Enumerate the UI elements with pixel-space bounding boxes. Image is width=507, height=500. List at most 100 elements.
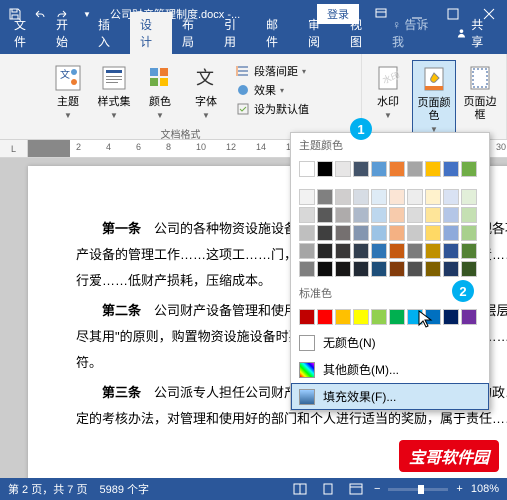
color-swatch[interactable]	[425, 189, 441, 205]
color-swatch[interactable]	[461, 161, 477, 177]
print-layout-icon[interactable]	[318, 481, 338, 497]
color-swatch[interactable]	[425, 261, 441, 277]
watermark-button[interactable]: 水印 水印▼	[366, 60, 410, 124]
page-indicator[interactable]: 第 2 页，共 7 页	[8, 481, 87, 497]
color-swatch[interactable]	[299, 207, 315, 223]
web-layout-icon[interactable]	[346, 481, 366, 497]
color-swatch[interactable]	[389, 261, 405, 277]
color-swatch[interactable]	[335, 161, 351, 177]
color-swatch[interactable]	[407, 225, 423, 241]
color-swatch[interactable]	[317, 161, 333, 177]
color-swatch[interactable]	[353, 261, 369, 277]
color-swatch[interactable]	[389, 243, 405, 259]
color-swatch[interactable]	[461, 261, 477, 277]
color-swatch[interactable]	[353, 161, 369, 177]
color-swatch[interactable]	[371, 261, 387, 277]
color-swatch[interactable]	[371, 225, 387, 241]
color-swatch[interactable]	[299, 243, 315, 259]
word-count[interactable]: 5989 个字	[99, 481, 149, 497]
color-swatch[interactable]	[317, 207, 333, 223]
color-swatch[interactable]	[371, 161, 387, 177]
tab-file[interactable]: 文件	[4, 12, 46, 54]
tab-design[interactable]: 设计	[130, 12, 172, 54]
color-swatch[interactable]	[317, 309, 333, 325]
color-swatch[interactable]	[371, 309, 387, 325]
color-swatch[interactable]	[299, 261, 315, 277]
zoom-level[interactable]: 108%	[471, 483, 499, 495]
color-swatch[interactable]	[461, 309, 477, 325]
color-swatch[interactable]	[353, 225, 369, 241]
color-swatch[interactable]	[299, 161, 315, 177]
color-swatch[interactable]	[461, 207, 477, 223]
color-swatch[interactable]	[461, 243, 477, 259]
color-swatch[interactable]	[317, 243, 333, 259]
color-swatch[interactable]	[389, 189, 405, 205]
color-swatch[interactable]	[335, 225, 351, 241]
color-swatch[interactable]	[407, 189, 423, 205]
share-button[interactable]: 共享	[446, 12, 503, 54]
color-swatch[interactable]	[443, 161, 459, 177]
color-swatch[interactable]	[407, 207, 423, 223]
color-swatch[interactable]	[335, 243, 351, 259]
color-swatch[interactable]	[335, 309, 351, 325]
color-swatch[interactable]	[425, 243, 441, 259]
no-color-item[interactable]: 无颜色(N)	[291, 329, 489, 356]
color-swatch[interactable]	[389, 225, 405, 241]
fill-effects-item[interactable]: 填充效果(F)...	[291, 383, 489, 410]
page-color-button[interactable]: 页面颜色▼	[412, 60, 456, 140]
color-swatch[interactable]	[317, 189, 333, 205]
colors-button[interactable]: 颜色▼	[138, 60, 182, 124]
color-swatch[interactable]	[443, 309, 459, 325]
zoom-slider[interactable]	[388, 488, 448, 491]
color-swatch[interactable]	[389, 207, 405, 223]
color-swatch[interactable]	[443, 243, 459, 259]
color-swatch[interactable]	[335, 261, 351, 277]
more-colors-item[interactable]: 其他颜色(M)...	[291, 356, 489, 383]
set-default-button[interactable]: 设为默认值	[234, 100, 311, 118]
tab-home[interactable]: 开始	[46, 12, 88, 54]
tab-review[interactable]: 审阅	[298, 12, 340, 54]
color-swatch[interactable]	[317, 225, 333, 241]
color-swatch[interactable]	[407, 243, 423, 259]
styleset-button[interactable]: 样式集▼	[92, 60, 136, 124]
page-border-button[interactable]: 页面边框	[458, 60, 502, 124]
tab-layout[interactable]: 布局	[172, 12, 214, 54]
color-swatch[interactable]	[461, 225, 477, 241]
color-swatch[interactable]	[371, 189, 387, 205]
color-swatch[interactable]	[317, 261, 333, 277]
color-swatch[interactable]	[425, 207, 441, 223]
color-swatch[interactable]	[461, 189, 477, 205]
color-swatch[interactable]	[425, 225, 441, 241]
color-swatch[interactable]	[389, 309, 405, 325]
color-swatch[interactable]	[353, 189, 369, 205]
color-swatch[interactable]	[353, 243, 369, 259]
zoom-in-icon[interactable]: +	[456, 483, 462, 495]
color-swatch[interactable]	[407, 261, 423, 277]
read-mode-icon[interactable]	[290, 481, 310, 497]
color-swatch[interactable]	[443, 207, 459, 223]
color-swatch[interactable]	[299, 189, 315, 205]
color-swatch[interactable]	[335, 189, 351, 205]
paragraph-spacing-button[interactable]: 段落间距 ▾	[234, 62, 311, 80]
color-swatch[interactable]	[407, 161, 423, 177]
color-swatch[interactable]	[299, 309, 315, 325]
effects-button[interactable]: 效果 ▾	[234, 81, 311, 99]
color-swatch[interactable]	[371, 243, 387, 259]
color-swatch[interactable]	[443, 261, 459, 277]
color-swatch[interactable]	[443, 225, 459, 241]
zoom-out-icon[interactable]: −	[374, 483, 380, 495]
color-swatch[interactable]	[371, 207, 387, 223]
color-swatch[interactable]	[353, 207, 369, 223]
color-swatch[interactable]	[443, 189, 459, 205]
color-swatch[interactable]	[353, 309, 369, 325]
color-swatch[interactable]	[389, 161, 405, 177]
tab-mailings[interactable]: 邮件	[256, 12, 298, 54]
tab-references[interactable]: 引用	[214, 12, 256, 54]
tab-insert[interactable]: 插入	[88, 12, 130, 54]
color-swatch[interactable]	[299, 225, 315, 241]
themes-button[interactable]: 文 主题▼	[46, 60, 90, 124]
fonts-button[interactable]: 文 字体▼	[184, 60, 228, 124]
color-swatch[interactable]	[335, 207, 351, 223]
tab-view[interactable]: 视图	[340, 12, 382, 54]
color-swatch[interactable]	[425, 161, 441, 177]
